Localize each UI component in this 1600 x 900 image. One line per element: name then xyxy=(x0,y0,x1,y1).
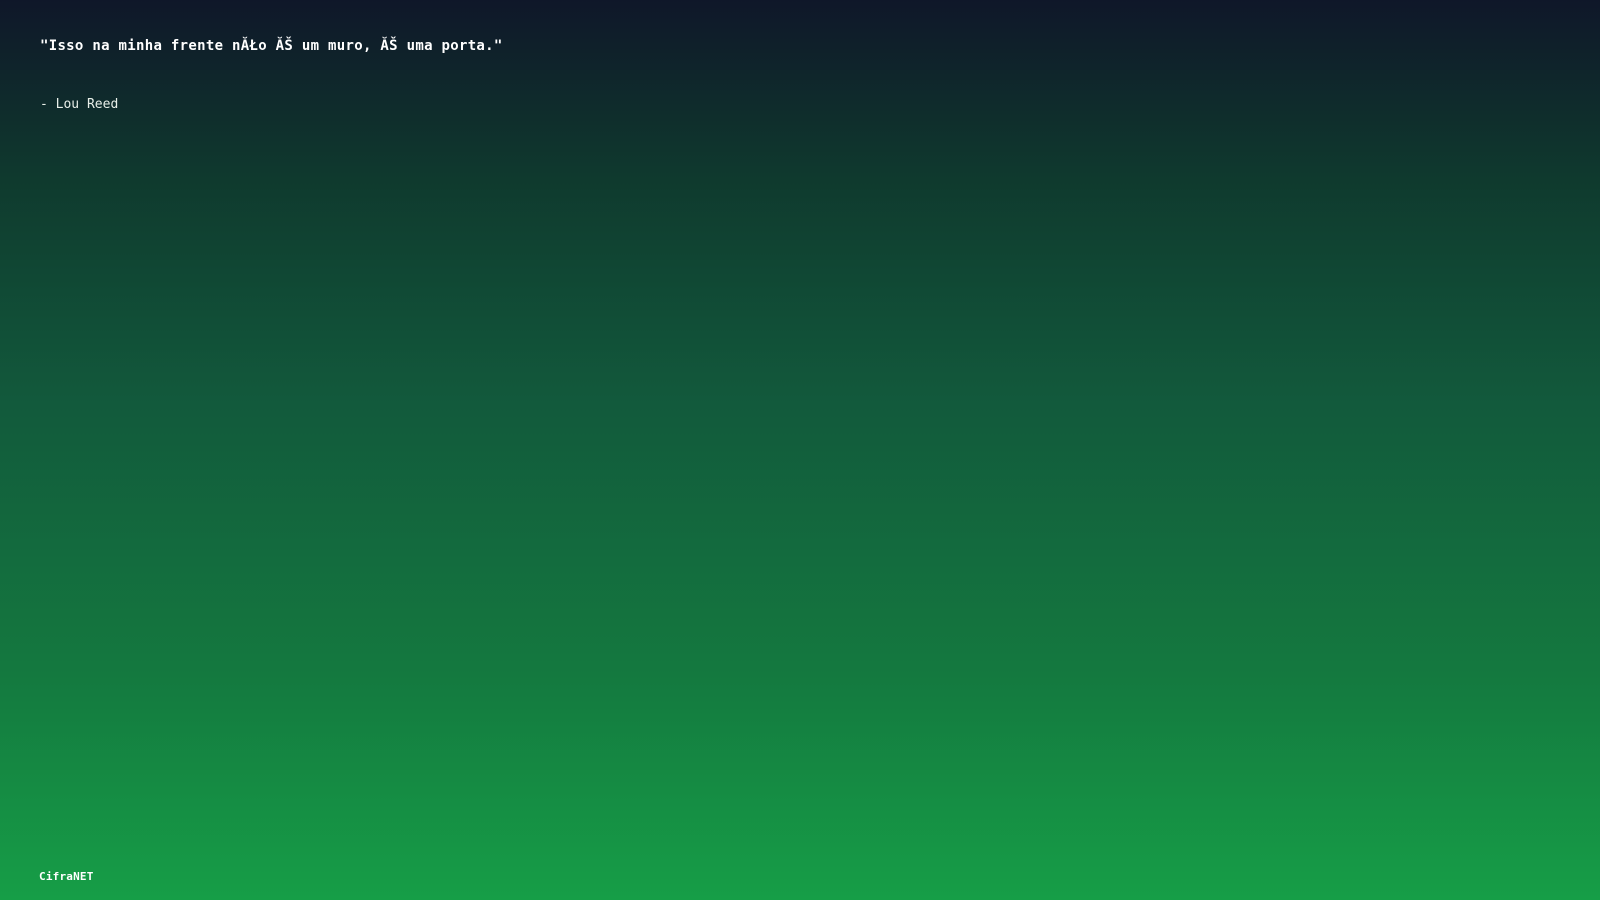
quote-block: "Isso na minha frente nĂŁo ĂŠ um muro, Ă… xyxy=(40,36,1540,115)
brand-label: CifraNET xyxy=(39,870,94,883)
quote-text: "Isso na minha frente nĂŁo ĂŠ um muro, Ă… xyxy=(40,38,503,54)
quote-author: - Lou Reed xyxy=(40,97,119,112)
